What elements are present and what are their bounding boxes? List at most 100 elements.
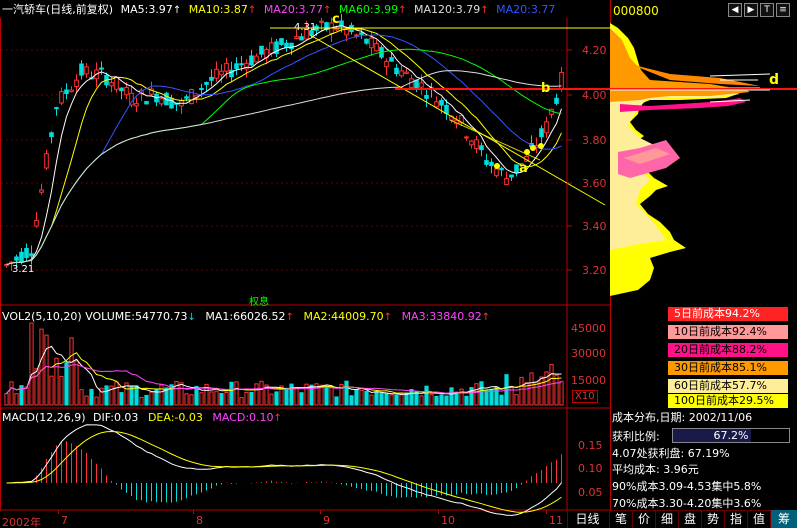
candlestick	[54, 106, 59, 116]
candlestick	[29, 245, 34, 265]
tab-detail[interactable]: 细	[655, 510, 678, 528]
price-tick-label: 3.80	[582, 134, 607, 147]
candlestick	[79, 60, 84, 80]
volume-bar	[4, 393, 9, 406]
candlestick	[169, 94, 174, 109]
volume-bar	[259, 380, 264, 406]
volume-bar	[369, 394, 374, 406]
macd-indicator: MACD(12,26,9)	[2, 411, 86, 424]
volume-bar	[69, 337, 74, 406]
volume-bar	[374, 391, 379, 406]
candlestick	[324, 21, 329, 32]
candlestick	[264, 47, 269, 65]
tab-order[interactable]: 盘	[678, 510, 701, 528]
volume-bar	[149, 391, 154, 406]
volume-bar	[404, 392, 409, 406]
ma20-line	[6, 34, 562, 265]
volume-bar	[334, 396, 339, 406]
volume-bar	[14, 393, 19, 406]
tab-value[interactable]: 值	[747, 510, 770, 528]
tab-index[interactable]: 指	[724, 510, 747, 528]
volume-bar	[234, 381, 239, 406]
volume-bar	[519, 376, 524, 406]
volume-bar	[114, 381, 119, 406]
price-tick-label: 3.60	[582, 177, 607, 190]
text-mode-icon[interactable]: T	[760, 3, 774, 17]
volume-bar	[384, 393, 389, 406]
price-gridlines	[1, 49, 567, 271]
tab-daily-period[interactable]: 日线	[567, 510, 607, 528]
volume-bar	[104, 385, 109, 406]
volume-bars	[4, 322, 564, 406]
vol-ma2-arrow-icon: ↑	[383, 312, 393, 323]
volume-bar	[474, 383, 479, 406]
candlestick	[134, 97, 139, 113]
volume-bar	[364, 390, 369, 406]
candlestick	[539, 125, 544, 144]
candlestick	[244, 59, 249, 78]
volume-value: VOLUME:54770.73	[85, 310, 188, 323]
candlestick	[499, 166, 504, 177]
tab-tick[interactable]: 笔	[609, 510, 632, 528]
volume-bar	[134, 385, 139, 406]
volume-bar	[239, 397, 244, 406]
volume-bar	[74, 360, 79, 406]
candlestick	[374, 39, 379, 52]
cost-row-30d: 30日前成本85.1%	[668, 361, 788, 375]
volume-bar	[549, 363, 554, 406]
tab-trend[interactable]: 势	[701, 510, 724, 528]
tab-chips[interactable]: 筹	[770, 510, 797, 528]
volume-bar	[359, 389, 364, 406]
time-axis-ticks	[0, 510, 567, 514]
candlestick	[359, 28, 364, 39]
candlestick-series	[4, 14, 564, 271]
volume-bar	[449, 387, 454, 406]
price-tick-label: 3.20	[582, 264, 607, 277]
candlestick	[234, 57, 239, 76]
volume-bar	[299, 392, 304, 406]
cost-row-100d: 100日前成本29.5%	[668, 394, 788, 408]
next-arrow-icon[interactable]: ▶	[744, 3, 758, 17]
volume-bar	[249, 391, 254, 406]
volume-bar	[119, 392, 124, 406]
tab-price[interactable]: 价	[632, 510, 655, 528]
dea-line	[6, 430, 562, 513]
price-tick-label: 4.20	[582, 44, 607, 57]
volume-tick-label: 45000	[571, 322, 606, 335]
candlestick	[189, 88, 194, 105]
candlestick	[424, 88, 429, 108]
kline-chart[interactable]	[0, 0, 610, 528]
candlestick	[84, 62, 89, 78]
volume-bar	[444, 395, 449, 406]
volume-bar	[9, 381, 14, 406]
menu-icon[interactable]: ≡	[776, 3, 790, 17]
candlestick	[259, 45, 264, 58]
time-label-month: 9	[323, 514, 330, 527]
candlestick	[64, 83, 69, 100]
candlestick	[549, 108, 554, 119]
ma120-line	[6, 70, 562, 265]
macd-tick-label: 0.05	[578, 486, 603, 499]
candlestick	[254, 53, 259, 63]
candlestick	[209, 69, 214, 87]
volume-bar	[289, 383, 294, 406]
volume-bar	[29, 322, 34, 406]
volume-bar	[439, 394, 444, 406]
volume-bar	[414, 391, 419, 406]
volume-bar	[324, 385, 329, 406]
volume-bar	[329, 387, 334, 406]
volume-bar	[269, 393, 274, 406]
volume-bar	[159, 384, 164, 406]
volume-bar	[464, 395, 469, 406]
volume-bar	[194, 385, 199, 406]
candlestick	[364, 38, 369, 45]
prev-arrow-icon[interactable]: ◀	[728, 3, 742, 17]
chip-distribution-chart	[610, 23, 797, 296]
volume-bar	[219, 392, 224, 406]
volume-bar	[424, 385, 429, 406]
candlestick	[59, 87, 64, 106]
volume-bar	[139, 396, 144, 406]
volume-tick-label: 15000	[571, 374, 606, 387]
volume-bar	[349, 395, 354, 406]
volume-bar	[284, 387, 289, 406]
